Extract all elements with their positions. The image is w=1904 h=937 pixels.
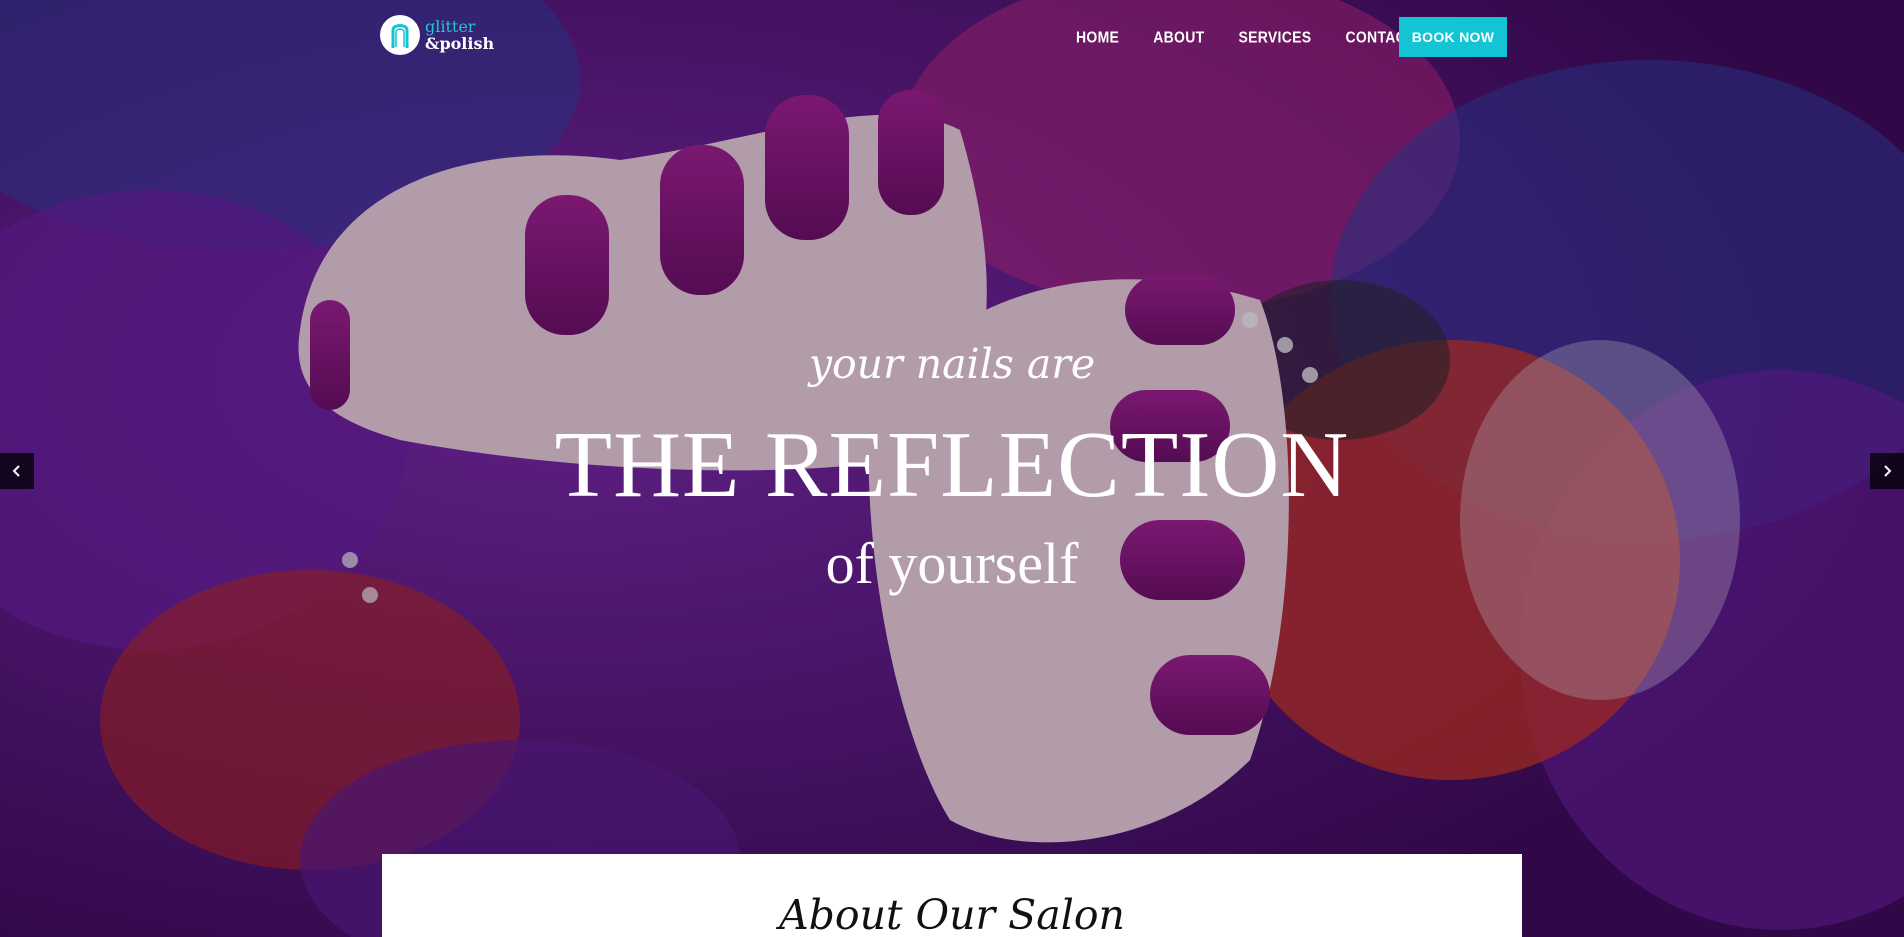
brand-name-line1: glitter <box>425 17 476 36</box>
about-title: About Our Salon <box>779 891 1125 937</box>
main-nav: HOME ABOUT SERVICES CONTACT <box>1076 17 1449 57</box>
about-section: About Our Salon <box>382 854 1522 937</box>
nav-item-about[interactable]: ABOUT <box>1153 28 1204 46</box>
book-now-button[interactable]: BOOK NOW <box>1399 17 1507 57</box>
chevron-left-icon <box>12 465 20 477</box>
chevron-right-icon <box>1884 465 1892 477</box>
slider-next-button[interactable] <box>1870 453 1904 489</box>
brand-name-line2: &polish <box>425 34 495 53</box>
hero-slider: glitter &polish HOME ABOUT SERVICES CONT… <box>0 0 1904 937</box>
slider-prev-button[interactable] <box>0 453 34 489</box>
hero-tagline: of yourself <box>825 531 1079 596</box>
hero-subtitle: your nails are <box>808 340 1096 388</box>
brand-name: glitter &polish <box>425 18 494 52</box>
brand-logo[interactable]: glitter &polish <box>380 13 494 57</box>
nav-item-services[interactable]: SERVICES <box>1238 28 1311 46</box>
nav-item-home[interactable]: HOME <box>1076 28 1119 46</box>
nail-icon <box>380 15 420 55</box>
hero-title: THE REFLECTION <box>554 413 1350 517</box>
